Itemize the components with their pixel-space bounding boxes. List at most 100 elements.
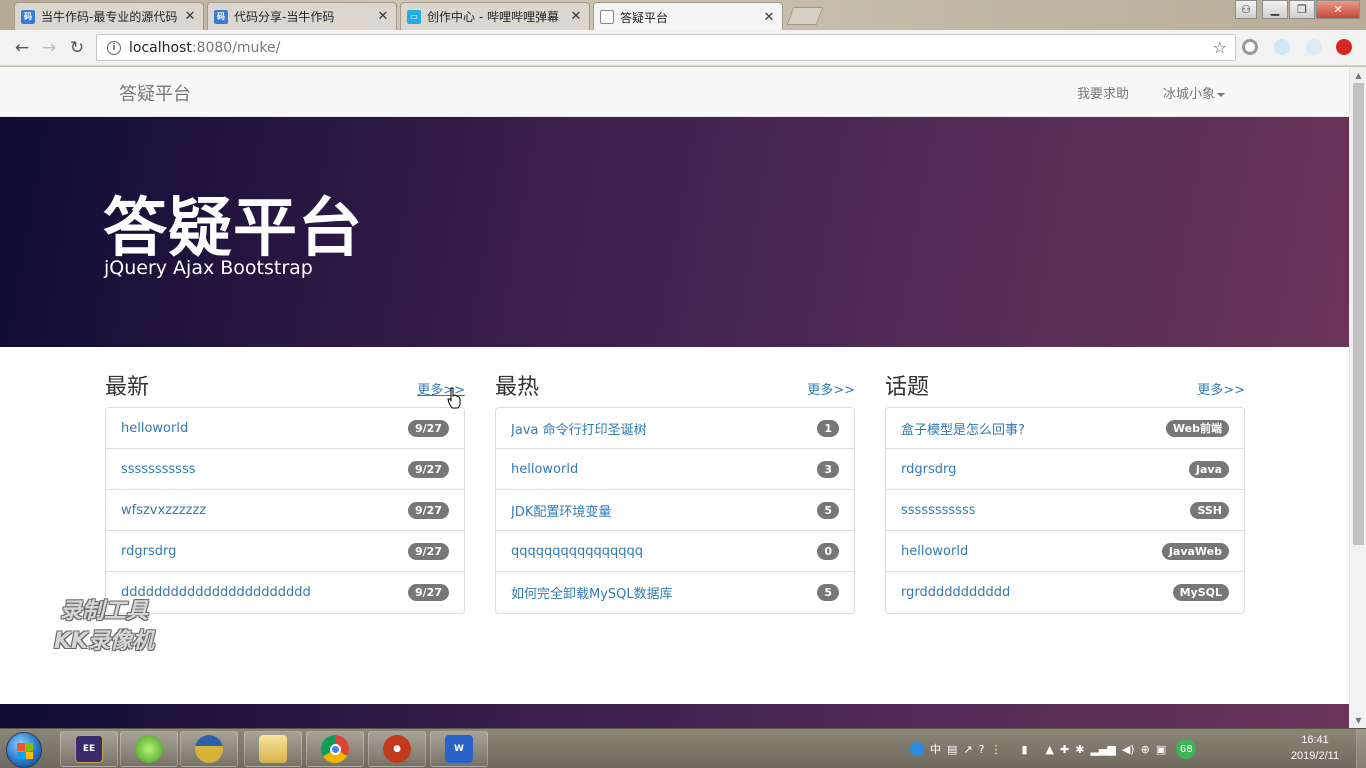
close-tab-icon[interactable]: ✕	[569, 9, 583, 24]
system-tray: 中 ▤ ↗ ? ⋮ ▮ ▲ ✚ ✱ ▂▄▆ ◀) ⊕ ▣ 68	[910, 729, 1197, 768]
count-badge: 1	[817, 419, 839, 437]
user-menu[interactable]: 冰城小象	[1163, 83, 1226, 102]
list-item[interactable]: sssssssssss 9/27	[106, 449, 464, 490]
question-link[interactable]: wfszvxzzzzzz	[121, 503, 206, 518]
keyboard-icon[interactable]: ▤	[947, 743, 957, 756]
list-item[interactable]: rgrddddddddddd MySQL	[886, 572, 1244, 613]
close-tab-icon[interactable]: ✕	[762, 10, 776, 25]
battery-icon[interactable]: ▮	[1021, 743, 1027, 756]
question-link[interactable]: helloworld	[121, 421, 188, 436]
shield-icon[interactable]: ✚	[1060, 743, 1069, 756]
maximize-icon[interactable]: ❐	[1289, 0, 1315, 19]
tab-bilibili[interactable]: ▭ 创作中心 - 哔哩哔哩弹幕 ✕	[400, 2, 590, 30]
taskbar-app-button[interactable]	[180, 731, 238, 767]
tab-code-share[interactable]: 码 代码分享-当牛作码 ✕	[207, 2, 397, 30]
taskbar-app-button[interactable]	[120, 731, 178, 767]
list-item[interactable]: helloworld JavaWeb	[886, 531, 1244, 572]
question-link[interactable]: 如何完全卸载MySQL数据库	[511, 583, 673, 602]
list-item[interactable]: wfszvxzzzzzz 9/27	[106, 490, 464, 531]
recorder-app-icon: ●	[383, 735, 411, 763]
tab-title: 当牛作码-最专业的源代码	[41, 10, 178, 24]
info-icon[interactable]: i	[107, 40, 121, 55]
list-item[interactable]: qqqqqqqqqqqqqqqq 0	[496, 531, 854, 572]
question-link[interactable]: sssssssssss	[121, 462, 196, 477]
scrollbar-thumb[interactable]	[1353, 83, 1364, 545]
scroll-up-icon[interactable]: ▲	[1350, 67, 1366, 83]
back-arrow-icon[interactable]: ←	[12, 38, 32, 58]
new-tab-button[interactable]	[786, 7, 824, 25]
close-tab-icon[interactable]: ✕	[183, 9, 197, 24]
list-item[interactable]: sssssssssss SSH	[886, 490, 1244, 531]
list-item[interactable]: 如何完全卸载MySQL数据库 5	[496, 572, 854, 613]
question-link[interactable]: sssssssssss	[901, 503, 976, 518]
question-link[interactable]: rdgrsdrg	[121, 544, 176, 559]
start-button[interactable]	[6, 732, 42, 768]
star-icon[interactable]: ✱	[1075, 743, 1084, 756]
clock-date: 2019/2/11	[1290, 750, 1340, 762]
minimize-icon[interactable]: ▁	[1262, 0, 1288, 19]
user-profile-icon[interactable]: ⚇	[1235, 0, 1257, 19]
tray-menu-icon[interactable]: ⋮	[990, 743, 1001, 756]
list-item[interactable]: rdgrsdrg Java	[886, 449, 1244, 490]
window-close-icon[interactable]: ✕	[1316, 0, 1360, 19]
count-badge: 5	[817, 501, 839, 519]
question-link[interactable]: 盒子模型是怎么回事?	[901, 419, 1025, 438]
tab-dangniu-home[interactable]: 码 当牛作码-最专业的源代码 ✕	[14, 2, 204, 30]
qq-input-icon[interactable]	[910, 742, 924, 756]
question-link[interactable]: Java 命令行打印圣诞树	[511, 419, 647, 438]
extension-sync-icon[interactable]	[1306, 39, 1322, 55]
tab-qa-platform[interactable]: 答疑平台 ✕	[593, 2, 783, 31]
plus-icon[interactable]: ⊕	[1141, 743, 1150, 756]
list-item[interactable]: JDK配置环境变量 5	[496, 490, 854, 531]
ask-help-link[interactable]: 我要求助	[1077, 83, 1129, 102]
question-link[interactable]: rdgrsdrg	[901, 462, 956, 477]
extension-cloud-icon[interactable]	[1274, 39, 1290, 55]
date-badge: 9/27	[408, 460, 449, 478]
reload-icon[interactable]: ↻	[67, 38, 87, 58]
bookmark-star-icon[interactable]: ☆	[1213, 38, 1227, 57]
address-bar[interactable]: i localhost:8080/muke/ ☆	[96, 34, 1236, 61]
clipboard-icon[interactable]: ▣	[1156, 743, 1166, 756]
tab-title: 答疑平台	[620, 10, 669, 25]
taskbar-chrome-button[interactable]	[306, 731, 364, 767]
forward-arrow-icon[interactable]: →	[39, 38, 59, 58]
page-scrollbar[interactable]: ▲ ▼	[1349, 67, 1366, 728]
ime-indicator[interactable]: 中	[930, 741, 941, 757]
list-item[interactable]: Java 命令行打印圣诞树 1	[496, 408, 854, 449]
more-link[interactable]: 更多>>	[807, 379, 855, 398]
close-tab-icon[interactable]: ✕	[376, 9, 390, 24]
taskbar-eclipse-button[interactable]: EE	[60, 731, 118, 767]
watermark-line: KK录像机	[53, 629, 155, 654]
topics-column: 话题 更多>> 盒子模型是怎么回事? Web前端 rdgrsdrg Java sss…	[885, 367, 1245, 614]
extension-ring-icon[interactable]	[1242, 39, 1258, 55]
list-item[interactable]: 盒子模型是怎么回事? Web前端	[886, 408, 1244, 449]
more-link[interactable]: 更多>>	[1197, 379, 1245, 398]
question-list: Java 命令行打印圣诞树 1 helloworld 3 JDK配置环境变量 5 qq…	[495, 407, 855, 614]
question-link[interactable]: helloworld	[511, 462, 578, 477]
scroll-down-icon[interactable]: ▼	[1350, 712, 1366, 728]
show-desktop-button[interactable]	[1356, 729, 1366, 768]
signal-icon[interactable]: ▂▄▆	[1090, 743, 1115, 756]
list-item[interactable]: helloworld 3	[496, 449, 854, 490]
taskbar-wps-button[interactable]: W	[430, 731, 488, 767]
url-text[interactable]: localhost:8080/muke/	[129, 40, 1213, 56]
help-icon[interactable]: ?	[979, 743, 985, 756]
navbar-brand[interactable]: 答疑平台	[119, 80, 191, 106]
tray-badge[interactable]: 68	[1176, 739, 1197, 759]
recorder-watermark: 录制工具 KK录像机	[34, 597, 174, 657]
question-link[interactable]: helloworld	[901, 544, 968, 559]
extension-adblock-icon[interactable]	[1336, 39, 1352, 55]
system-clock[interactable]: 16:41 2019/2/11	[1280, 732, 1350, 764]
taskbar-explorer-button[interactable]	[244, 731, 302, 767]
tray-expand-icon[interactable]: ▲	[1046, 743, 1054, 756]
volume-icon[interactable]: ◀)	[1122, 743, 1135, 756]
question-link[interactable]: qqqqqqqqqqqqqqqq	[511, 544, 643, 559]
footer-banner	[0, 704, 1349, 728]
list-item[interactable]: rdgrsdrg 9/27	[106, 531, 464, 572]
taskbar-recorder-button[interactable]: ●	[368, 731, 426, 767]
question-list: helloworld 9/27 sssssssssss 9/27 wfszvxzzz…	[105, 407, 465, 614]
question-link[interactable]: JDK配置环境变量	[511, 501, 611, 520]
list-item[interactable]: helloworld 9/27	[106, 408, 464, 449]
question-link[interactable]: rgrddddddddddd	[901, 585, 1010, 600]
settings-icon[interactable]: ↗	[963, 743, 972, 756]
